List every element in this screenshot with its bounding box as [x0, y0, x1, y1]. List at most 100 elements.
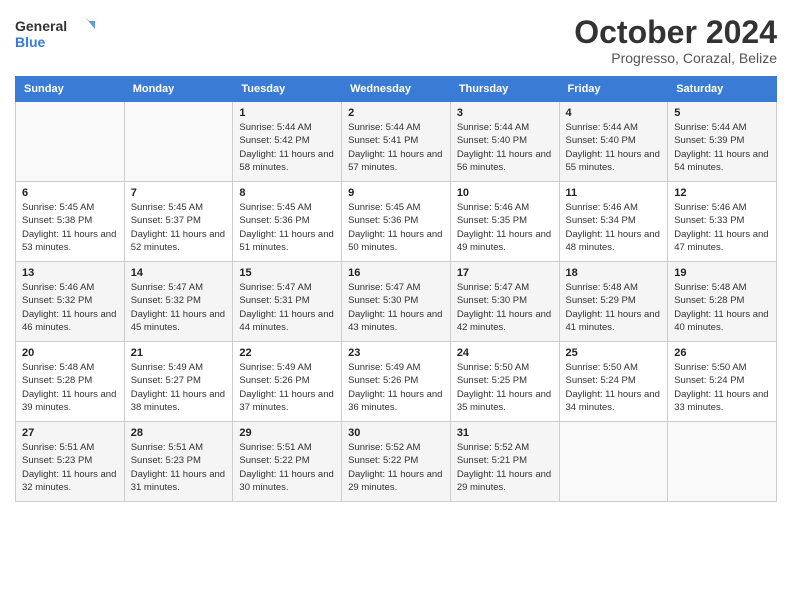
day-number: 11 [566, 187, 662, 199]
day-info: Sunrise: 5:46 AMSunset: 5:34 PMDaylight:… [566, 201, 662, 254]
calendar-cell: 21Sunrise: 5:49 AMSunset: 5:27 PMDayligh… [124, 342, 233, 422]
daylight-text: Daylight: 11 hours and 47 minutes. [674, 229, 768, 253]
col-monday: Monday [124, 77, 233, 102]
sunset-text: Sunset: 5:23 PM [22, 455, 92, 466]
day-info: Sunrise: 5:48 AMSunset: 5:29 PMDaylight:… [566, 281, 662, 334]
calendar-cell [559, 422, 668, 502]
calendar-cell: 19Sunrise: 5:48 AMSunset: 5:28 PMDayligh… [668, 262, 777, 342]
day-number: 17 [457, 267, 553, 279]
day-info: Sunrise: 5:50 AM Sunset: 5:24 PM Daylight:… [566, 361, 662, 414]
day-info: Sunrise: 5:48 AMSunset: 5:28 PMDaylight:… [674, 281, 770, 334]
sunset-text: Sunset: 5:32 PM [22, 295, 92, 306]
calendar-cell: 6 Sunrise: 5:45 AMSunset: 5:38 PMDaylight… [16, 182, 125, 262]
day-info: Sunrise: 5:46 AMSunset: 5:35 PMDaylight:… [457, 201, 553, 254]
page: General Blue October 2024 Progresso, Cor… [0, 0, 792, 612]
daylight-text: Daylight: 11 hours and 46 minutes. [22, 309, 116, 333]
calendar-cell: 16Sunrise: 5:47 AMSunset: 5:30 PMDayligh… [342, 262, 451, 342]
week-row-1: 6Sunrise: 5:45 AMSunset: 5:38 PMDaylight… [16, 182, 777, 262]
sunset-text: Sunset: 5:21 PM [457, 455, 527, 466]
col-thursday: Thursday [450, 77, 559, 102]
sunrise-text: Sunrise: 5:49 AM [348, 362, 420, 373]
calendar-cell: 7Sunrise: 5:45 AMSunset: 5:37 PMDaylight… [124, 182, 233, 262]
day-info: Sunrise: 5:46 AM Sunset: 5:33 PM Daylight:… [674, 201, 770, 254]
sunrise-text: Sunrise: 5:44 AM [566, 122, 638, 133]
calendar-cell: 25Sunrise: 5:50 AMSunset: 5:24 PMDayligh… [559, 342, 668, 422]
daylight-text: Daylight: 11 hours and 58 minutes. [239, 149, 333, 173]
calendar-cell: 26Sunrise: 5:50 AMSunset: 5:24 PMDayligh… [668, 342, 777, 422]
day-number: 10 [457, 187, 553, 199]
sunrise-text: Sunrise: 5:50 AM [674, 362, 746, 373]
sunrise-text: Sunrise: 5:46 AM [566, 202, 638, 213]
daylight-text: Daylight: 11 hours and 51 minutes. [239, 229, 333, 253]
sunrise-text: Sunrise: 5:45 AM [131, 202, 203, 213]
day-number: 12 [674, 187, 770, 199]
day-info: Sunrise: 5:47 AMSunset: 5:31 PMDaylight:… [239, 281, 335, 334]
sunrise-text: Sunrise: 5:46 AM [674, 202, 746, 213]
daylight-text: Daylight: 11 hours and 45 minutes. [131, 309, 225, 333]
sunrise-text: Sunrise: 5:49 AM [131, 362, 203, 373]
day-info: Sunrise: 5:51 AMSunset: 5:23 PMDaylight:… [22, 441, 118, 494]
day-number: 5 [674, 107, 770, 119]
daylight-text: Daylight: 11 hours and 53 minutes. [22, 229, 116, 253]
calendar-cell: 10 Sunrise: 5:46 AMSunset: 5:35 PMDayligh… [450, 182, 559, 262]
sunset-text: Sunset: 5:27 PM [131, 375, 201, 386]
title-section: October 2024 Progresso, Corazal, Belize [574, 15, 777, 66]
col-saturday: Saturday [668, 77, 777, 102]
day-number: 22 [239, 347, 335, 359]
daylight-text: Daylight: 11 hours and 34 minutes. [566, 389, 660, 413]
day-number: 16 [348, 267, 444, 279]
day-number: 24 [457, 347, 553, 359]
sunrise-text: Sunrise: 5:52 AM [348, 442, 420, 453]
day-info: Sunrise: 5:44 AMSunset: 5:42 PMDaylight:… [239, 121, 335, 174]
sunset-text: Sunset: 5:25 PM [457, 375, 527, 386]
day-info: Sunrise: 5:52 AMSunset: 5:22 PMDaylight:… [348, 441, 444, 494]
sunrise-text: Sunrise: 5:50 AM [457, 362, 529, 373]
sunset-text: Sunset: 5:30 PM [457, 295, 527, 306]
day-info: Sunrise: 5:52 AMSunset: 5:21 PMDaylight:… [457, 441, 553, 494]
sunrise-text: Sunrise: 5:50 AM [566, 362, 638, 373]
col-wednesday: Wednesday [342, 77, 451, 102]
day-info: Sunrise: 5:44 AMSunset: 5:39 PMDaylight:… [674, 121, 770, 174]
daylight-text: Daylight: 11 hours and 55 minutes. [566, 149, 660, 173]
month-title: October 2024 [574, 15, 777, 50]
day-info: Sunrise: 5:45 AMSunset: 5:37 PMDaylight:… [131, 201, 227, 254]
day-info: Sunrise: 5:49 AMSunset: 5:27 PMDaylight:… [131, 361, 227, 414]
daylight-text: Daylight: 11 hours and 42 minutes. [457, 309, 551, 333]
day-info: Sunrise: 5:51 AMSunset: 5:23 PMDaylight:… [131, 441, 227, 494]
sunset-text: Sunset: 5:24 PM [566, 375, 636, 386]
daylight-text: Daylight: 11 hours and 33 minutes. [674, 389, 768, 413]
day-number: 30 [348, 427, 444, 439]
calendar-cell: 5 Sunrise: 5:44 AMSunset: 5:39 PMDaylight… [668, 102, 777, 182]
day-info: Sunrise: 5:45 AMSunset: 5:38 PMDaylight:… [22, 201, 118, 254]
day-number: 29 [239, 427, 335, 439]
sunset-text: Sunset: 5:33 PM [674, 215, 744, 226]
col-sunday: Sunday [16, 77, 125, 102]
sunrise-text: Sunrise: 5:44 AM [457, 122, 529, 133]
logo: General Blue [15, 15, 95, 51]
calendar-cell: 20Sunrise: 5:48 AMSunset: 5:28 PMDayligh… [16, 342, 125, 422]
day-info: Sunrise: 5:47 AMSunset: 5:32 PMDaylight:… [131, 281, 227, 334]
sunrise-text: Sunrise: 5:52 AM [457, 442, 529, 453]
calendar-cell: 8Sunrise: 5:45 AMSunset: 5:36 PMDaylight… [233, 182, 342, 262]
day-number: 6 [22, 187, 118, 199]
week-row-4: 27Sunrise: 5:51 AMSunset: 5:23 PMDayligh… [16, 422, 777, 502]
calendar-cell: 14Sunrise: 5:47 AMSunset: 5:32 PMDayligh… [124, 262, 233, 342]
calendar-cell: 31Sunrise: 5:52 AMSunset: 5:21 PMDayligh… [450, 422, 559, 502]
sunset-text: Sunset: 5:31 PM [239, 295, 309, 306]
day-info: Sunrise: 5:44 AMSunset: 5:40 PMDaylight:… [566, 121, 662, 174]
day-info: Sunrise: 5:46 AMSunset: 5:32 PMDaylight:… [22, 281, 118, 334]
day-number: 3 [457, 107, 553, 119]
daylight-text: Daylight: 11 hours and 43 minutes. [348, 309, 442, 333]
week-row-2: 13Sunrise: 5:46 AMSunset: 5:32 PMDayligh… [16, 262, 777, 342]
sunset-text: Sunset: 5:30 PM [348, 295, 418, 306]
calendar-cell: 29Sunrise: 5:51 AMSunset: 5:22 PMDayligh… [233, 422, 342, 502]
week-row-0: 1Sunrise: 5:44 AMSunset: 5:42 PMDaylight… [16, 102, 777, 182]
sunset-text: Sunset: 5:38 PM [22, 215, 92, 226]
sunset-text: Sunset: 5:36 PM [348, 215, 418, 226]
calendar-cell: 22Sunrise: 5:49 AMSunset: 5:26 PMDayligh… [233, 342, 342, 422]
col-friday: Friday [559, 77, 668, 102]
daylight-text: Daylight: 11 hours and 57 minutes. [348, 149, 442, 173]
sunset-text: Sunset: 5:37 PM [131, 215, 201, 226]
calendar-cell: 30 Sunrise: 5:52 AMSunset: 5:22 PMDayligh… [342, 422, 451, 502]
day-number: 4 [566, 107, 662, 119]
